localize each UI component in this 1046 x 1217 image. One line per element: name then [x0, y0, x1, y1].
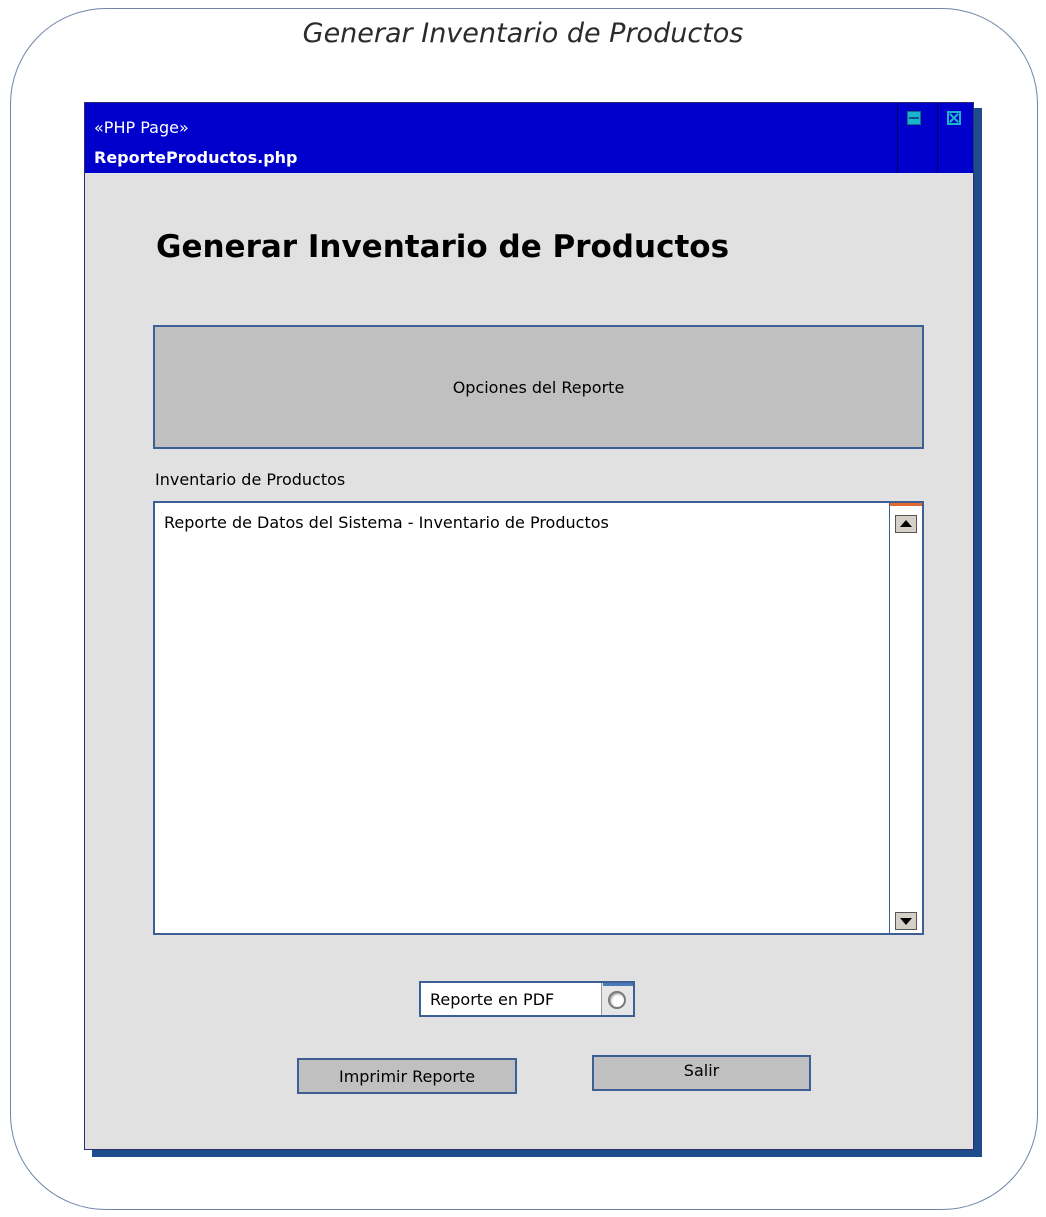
scrollbar-accent [890, 503, 922, 506]
print-report-button[interactable]: Imprimir Reporte [297, 1058, 517, 1094]
page-stereotype: «PHP Page» [94, 118, 189, 137]
inventory-textarea[interactable]: Reporte de Datos del Sistema - Inventari… [153, 501, 924, 935]
titlebar-separator [937, 103, 938, 173]
php-page-window: «PHP Page» ReporteProductos.php Generar … [84, 102, 974, 1150]
diagram-title: Generar Inventario de Productos [302, 18, 744, 49]
pdf-report-option[interactable]: Reporte en PDF [419, 981, 635, 1017]
scroll-down-arrow-icon [900, 918, 912, 925]
inventory-label: Inventario de Productos [155, 470, 346, 489]
radio-button-icon[interactable] [608, 991, 626, 1009]
inventory-content: Reporte de Datos del Sistema - Inventari… [164, 513, 609, 532]
page-filename: ReporteProductos.php [94, 148, 298, 167]
window-titlebar: «PHP Page» ReporteProductos.php [85, 103, 973, 173]
close-icon[interactable] [947, 111, 961, 125]
scroll-up-button[interactable] [895, 515, 917, 533]
maximize-icon[interactable] [907, 111, 921, 125]
exit-button[interactable]: Salir [592, 1055, 811, 1091]
pdf-report-label: Reporte en PDF [430, 990, 555, 1009]
report-options-panel: Opciones del Reporte [153, 325, 924, 449]
page-heading: Generar Inventario de Productos [156, 229, 730, 265]
inventory-scrollbar[interactable] [889, 503, 922, 933]
scroll-up-arrow-icon [900, 520, 912, 527]
pdf-radio-box[interactable] [601, 983, 633, 1015]
scroll-down-button[interactable] [895, 912, 917, 930]
titlebar-separator [897, 103, 898, 173]
report-options-label: Opciones del Reporte [452, 377, 625, 397]
